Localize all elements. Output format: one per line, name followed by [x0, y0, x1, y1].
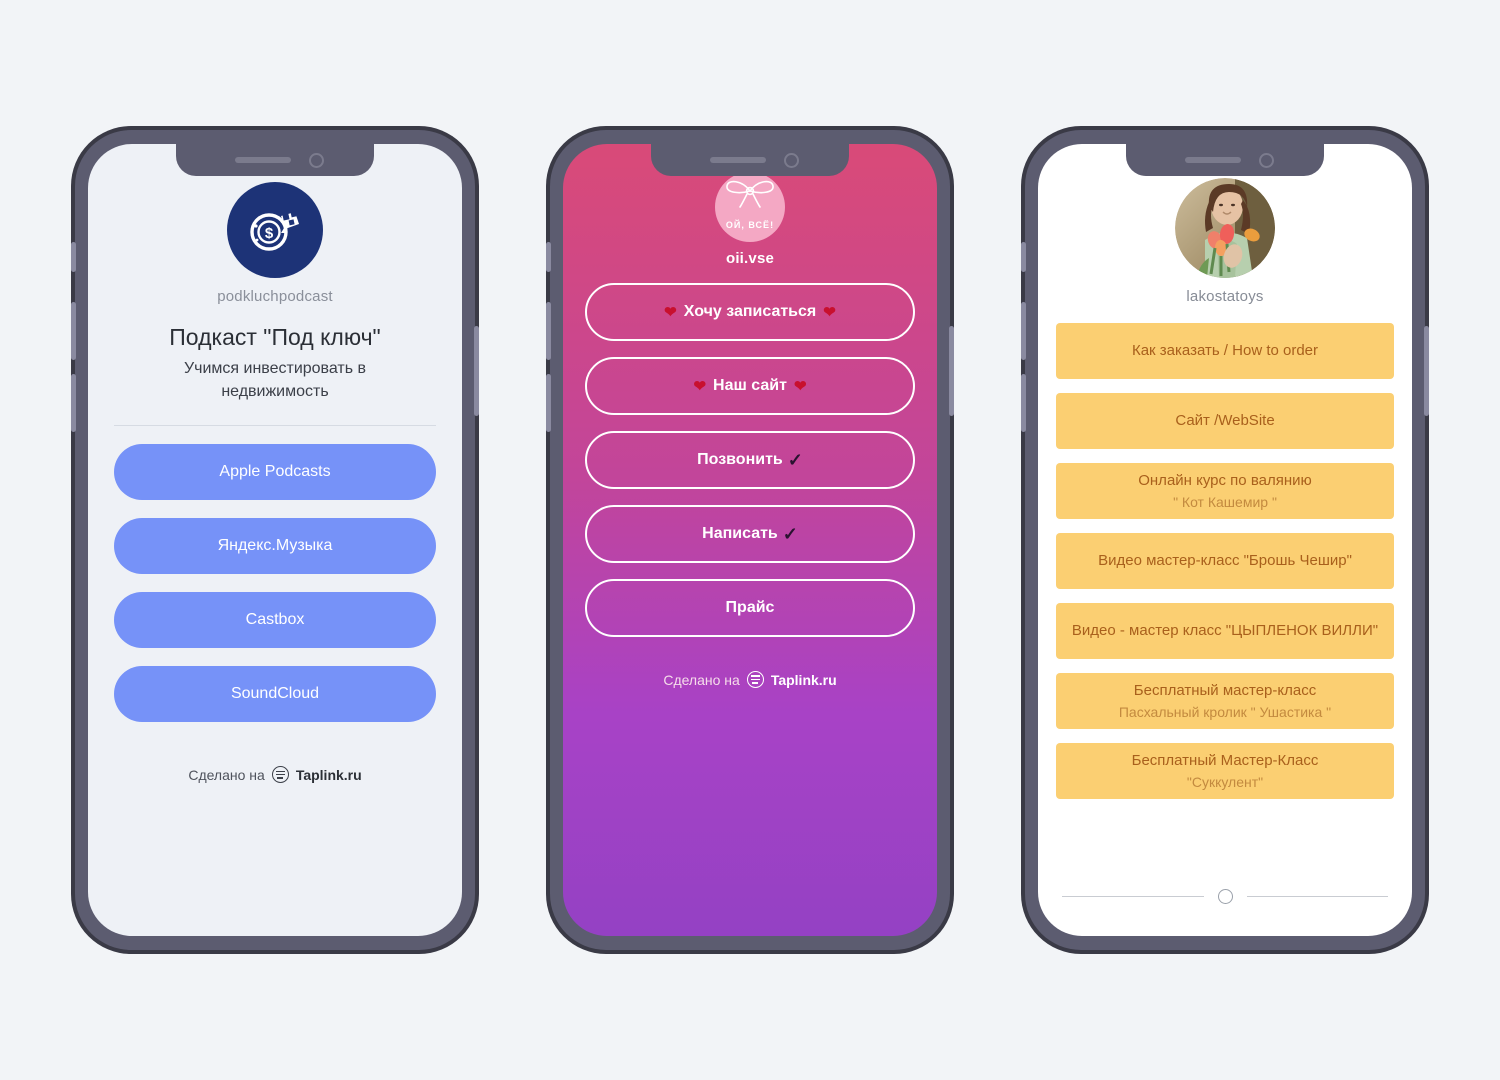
phone-mockup-lakostatoys: lakostatoys Как заказать / How to order … [1021, 130, 1429, 950]
taplink-footer[interactable]: Сделано на Taplink.ru [188, 766, 362, 784]
screenshot-stage: $ podkluchpodcast Подкаст "Под ключ" Учи… [0, 0, 1500, 1080]
link-button-yandex-music[interactable]: Яндекс.Музыка [114, 518, 436, 575]
money-bag-coin-icon: $ [250, 211, 299, 251]
link-button-free-masterclass-bunny[interactable]: Бесплатный мастер-класс Пасхальный кроли… [1056, 673, 1394, 729]
heart-icon: ❤ [693, 378, 707, 395]
heart-icon: ❤ [793, 378, 807, 395]
link-button-sublabel: Пасхальный кролик " Ушастика " [1118, 703, 1332, 720]
earpiece-speaker [234, 157, 291, 163]
link-button-sublabel: "Суккулент" [1186, 773, 1264, 790]
front-camera-icon [308, 152, 324, 168]
divider [114, 425, 436, 427]
separator-line-left [1062, 896, 1204, 897]
page-separator [1062, 889, 1388, 904]
link-button-label: Как заказать / How to order [1131, 342, 1319, 360]
power-button[interactable] [1424, 326, 1429, 416]
footer-brand-label: Taplink.ru [295, 766, 362, 783]
link-button-soundcloud[interactable]: SoundCloud [114, 666, 436, 723]
footer-made-on-label: Сделано на [188, 766, 265, 783]
link-button-price[interactable]: Прайс [585, 579, 915, 637]
heart-icon: ❤ [664, 304, 677, 321]
taplink-logo-icon [271, 766, 289, 784]
link-button-label: Видео мастер-класс "Брошь Чешир" [1098, 552, 1352, 570]
volume-down-button[interactable] [1021, 374, 1026, 432]
power-button[interactable] [474, 326, 479, 416]
link-button-label: Онлайн курс по валянию [1138, 472, 1312, 490]
pink-bow-icon [726, 180, 774, 208]
link-button-signup[interactable]: ❤ Хочу записаться ❤ [585, 283, 915, 341]
taplink-page-lakostatoys: lakostatoys Как заказать / How to order … [1038, 144, 1412, 936]
link-button-label: Видео - мастер класс "ЦЫПЛЕНОК ВИЛЛИ" [1071, 622, 1379, 640]
link-button-label: Наш сайт [713, 377, 787, 394]
link-button-label: Бесплатный Мастер-Класс [1131, 752, 1319, 770]
volume-up-button[interactable] [71, 302, 76, 360]
svg-text:$: $ [265, 225, 274, 242]
check-icon: ✓ [782, 523, 798, 544]
check-icon: ✓ [787, 449, 803, 470]
volume-down-button[interactable] [71, 374, 76, 432]
link-button-how-to-order[interactable]: Как заказать / How to order [1056, 323, 1394, 379]
avatar-text: ОЙ, ВСЁ! [725, 220, 775, 230]
footer-made-on-label: Сделано на [663, 671, 740, 688]
mute-switch[interactable] [546, 242, 551, 272]
page-subtitle: Учимся инвестировать в недвижимость [183, 359, 367, 400]
phone-notch [651, 144, 849, 176]
mute-switch[interactable] [71, 242, 76, 272]
earpiece-speaker [709, 157, 766, 163]
link-button-label: Бесплатный мастер-класс [1133, 682, 1317, 700]
mute-switch[interactable] [1021, 242, 1026, 272]
link-button-sublabel: " Кот Кашемир " [1173, 493, 1277, 510]
heart-icon: ❤ [823, 304, 836, 321]
link-button-apple-podcasts[interactable]: Apple Podcasts [114, 444, 436, 501]
link-button-label: Написать [702, 525, 778, 542]
power-button[interactable] [949, 326, 954, 416]
phone-mockup-podcast: $ podkluchpodcast Подкаст "Под ключ" Учи… [71, 130, 479, 950]
link-button-call[interactable]: Позвонить ✓ [585, 431, 915, 489]
link-button-free-masterclass-succulent[interactable]: Бесплатный Мастер-Класс "Суккулент" [1056, 743, 1394, 799]
phone-notch [176, 144, 374, 176]
taplink-page-podcast: $ podkluchpodcast Подкаст "Под ключ" Учи… [88, 144, 462, 936]
phone-screen-podcast: $ podkluchpodcast Подкаст "Под ключ" Учи… [88, 144, 462, 936]
profile-handle: podkluchpodcast [217, 288, 333, 305]
woman-with-tulips-photo [1175, 178, 1275, 278]
link-button-website[interactable]: Сайт /WebSite [1056, 393, 1394, 449]
link-button-website[interactable]: ❤ Наш сайт ❤ [585, 357, 915, 415]
volume-down-button[interactable] [546, 374, 551, 432]
footer-brand-label: Taplink.ru [770, 671, 837, 688]
phone-notch [1126, 144, 1324, 176]
page-title: Подкаст "Под ключ" [169, 324, 381, 350]
separator-circle-icon [1217, 889, 1233, 904]
phone-screen-lakostatoys: lakostatoys Как заказать / How to order … [1038, 144, 1412, 936]
link-button-label: Позвонить [697, 451, 783, 468]
volume-up-button[interactable] [546, 302, 551, 360]
front-camera-icon [783, 152, 799, 168]
earpiece-speaker [1184, 157, 1241, 163]
link-button-label: Прайс [725, 599, 775, 616]
link-button-video-chicken-willy[interactable]: Видео - мастер класс "ЦЫПЛЕНОК ВИЛЛИ" [1056, 603, 1394, 659]
taplink-page-oiivse: ОЙ, ВСЁ! oii.vse ❤ Хочу записаться ❤ ❤ Н… [563, 144, 937, 936]
link-button-label: Сайт /WebSite [1175, 412, 1275, 430]
avatar: ОЙ, ВСЁ! [715, 172, 785, 242]
avatar: $ [227, 182, 323, 278]
link-button-label: Хочу записаться [683, 303, 817, 320]
separator-line-right [1246, 896, 1388, 897]
profile-handle: lakostatoys [1186, 288, 1264, 305]
link-button-online-course[interactable]: Онлайн курс по валянию " Кот Кашемир " [1056, 463, 1394, 519]
profile-handle: oii.vse [725, 250, 775, 267]
taplink-footer[interactable]: Сделано на Taplink.ru [663, 671, 837, 688]
volume-up-button[interactable] [1021, 302, 1026, 360]
link-button-castbox[interactable]: Castbox [114, 592, 436, 649]
phone-mockup-oiivse: ОЙ, ВСЁ! oii.vse ❤ Хочу записаться ❤ ❤ Н… [546, 130, 954, 950]
front-camera-icon [1258, 152, 1274, 168]
phone-screen-oiivse: ОЙ, ВСЁ! oii.vse ❤ Хочу записаться ❤ ❤ Н… [563, 144, 937, 936]
link-button-write[interactable]: Написать ✓ [585, 505, 915, 563]
taplink-logo-icon [746, 671, 764, 688]
link-button-video-brooch-cheshire[interactable]: Видео мастер-класс "Брошь Чешир" [1056, 533, 1394, 589]
avatar [1175, 178, 1275, 278]
